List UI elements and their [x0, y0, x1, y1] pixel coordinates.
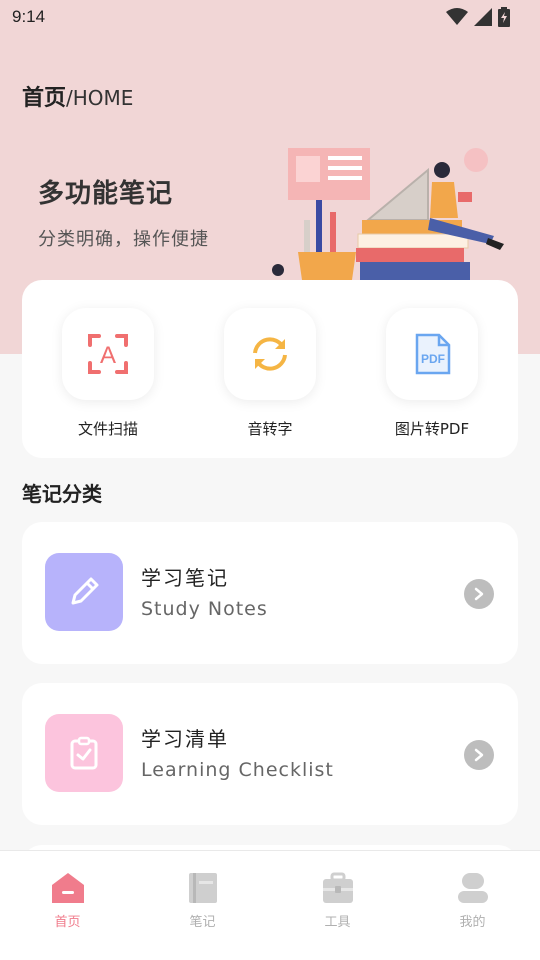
pdf-file-icon: PDF	[415, 333, 451, 375]
chevron-right-icon[interactable]	[464, 579, 494, 609]
tab-tools[interactable]: 工具	[270, 851, 405, 960]
tab-home-label: 首页	[54, 915, 81, 930]
page-title-main: 首页	[22, 86, 67, 111]
tool-file-scan-label: 文件扫描	[77, 420, 138, 438]
status-bar: 9:14	[0, 0, 540, 34]
tab-tools-label: 工具	[324, 915, 351, 930]
scan-text-icon: A	[88, 334, 128, 374]
note-subtitle: Learning Checklist	[141, 759, 334, 781]
chevron-right-icon[interactable]	[464, 740, 494, 770]
svg-text:A: A	[100, 342, 116, 369]
tab-notes[interactable]: 笔记	[135, 851, 270, 960]
tool-file-scan[interactable]: A 文件扫描	[28, 308, 188, 439]
signal-icon	[474, 8, 492, 26]
note-subtitle: Study Notes	[141, 598, 268, 620]
refresh-convert-icon	[253, 337, 287, 371]
wifi-icon	[446, 8, 468, 25]
note-thumb-checklist	[45, 714, 123, 792]
tool-image-to-pdf-box: PDF	[386, 308, 478, 400]
note-title: 学习清单	[141, 727, 229, 751]
status-icons	[446, 7, 510, 27]
tool-speech-to-text-box	[224, 308, 316, 400]
pencil-icon	[71, 577, 99, 605]
clipboard-check-icon	[70, 736, 98, 770]
note-category-study-notes[interactable]: 学习笔记 Study Notes	[22, 522, 518, 664]
banner-subtitle: 分类明确，操作便捷	[38, 229, 209, 250]
tools-card: A 文件扫描 音转字 PDF 图片转PDF	[22, 280, 518, 458]
toolbox-icon	[322, 872, 353, 903]
tool-image-to-pdf-label: 图片转PDF	[394, 420, 470, 438]
tool-file-scan-box: A	[62, 308, 154, 400]
tab-mine-label: 我的	[459, 915, 486, 930]
page-title-sub: /HOME	[66, 86, 134, 110]
user-icon	[457, 873, 488, 903]
tool-image-to-pdf[interactable]: PDF 图片转PDF	[352, 308, 512, 439]
banner-title: 多功能笔记	[38, 179, 174, 209]
svg-text:PDF: PDF	[421, 352, 445, 366]
page-title: 首页/HOME	[22, 80, 133, 112]
notebook-icon	[188, 873, 217, 903]
tab-home[interactable]: 首页	[0, 851, 135, 960]
note-category-learning-checklist[interactable]: 学习清单 Learning Checklist	[22, 683, 518, 825]
home-icon	[51, 873, 84, 903]
tab-notes-label: 笔记	[189, 915, 216, 930]
note-thumb-study	[45, 553, 123, 631]
note-title: 学习笔记	[141, 566, 229, 590]
bottom-tab-bar: 首页 笔记 工具 我的	[0, 850, 540, 960]
status-time: 9:14	[12, 7, 46, 26]
tab-mine[interactable]: 我的	[405, 851, 540, 960]
tool-speech-to-text-label: 音转字	[247, 420, 293, 438]
tool-speech-to-text[interactable]: 音转字	[190, 308, 350, 439]
battery-icon	[498, 7, 510, 27]
study-illustration	[272, 148, 504, 280]
notes-section-title: 笔记分类	[22, 482, 102, 506]
